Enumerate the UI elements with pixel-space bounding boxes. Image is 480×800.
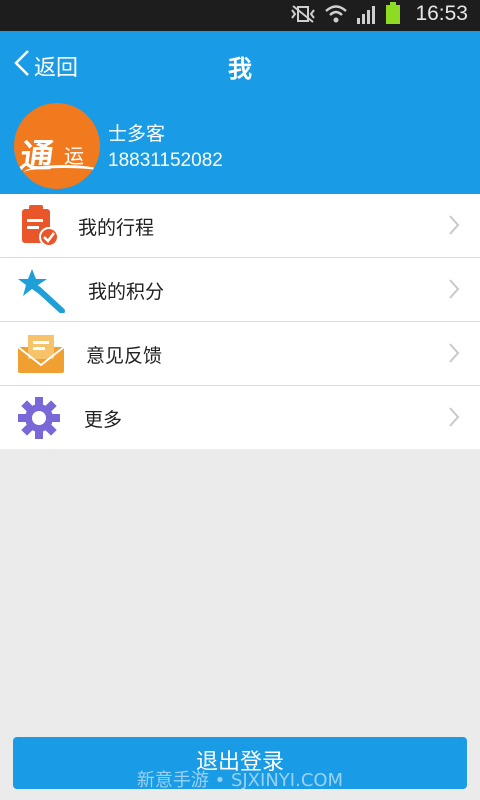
status-icons bbox=[290, 2, 400, 28]
chevron-right-icon bbox=[448, 342, 460, 368]
vibrate-icon bbox=[290, 4, 316, 28]
gear-icon bbox=[16, 395, 62, 441]
wifi-icon bbox=[324, 4, 348, 28]
clipboard-check-icon bbox=[16, 203, 62, 249]
battery-icon bbox=[386, 2, 400, 28]
magic-wand-icon bbox=[16, 267, 65, 314]
user-phone: 18831152082 bbox=[108, 150, 223, 171]
menu-item-label: 我的积分 bbox=[88, 281, 165, 303]
status-bar: 16:53 bbox=[0, 0, 480, 31]
menu-item-more[interactable]: 更多 bbox=[0, 386, 480, 449]
menu-item-my-points[interactable]: 我的积分 bbox=[0, 258, 480, 322]
envelope-icon bbox=[16, 331, 65, 377]
menu-item-label: 更多 bbox=[84, 409, 123, 431]
avatar[interactable]: 通 运 bbox=[14, 103, 100, 189]
menu-item-my-trips[interactable]: 我的行程 bbox=[0, 194, 480, 258]
user-name: 士多客 bbox=[108, 123, 166, 145]
watermark: 新意手游 • SJXINYI.COM bbox=[136, 770, 344, 791]
menu-item-label: 意见反馈 bbox=[86, 345, 163, 367]
profile-header: 返回 我 通 运 士多客 18831152082 bbox=[0, 31, 480, 194]
logo-swoosh bbox=[24, 165, 100, 180]
chevron-right-icon bbox=[448, 278, 460, 304]
menu-list: 我的行程 我的积分 意见反馈 更多 bbox=[0, 194, 480, 449]
signal-icon bbox=[356, 4, 378, 28]
chevron-right-icon bbox=[448, 214, 460, 240]
menu-item-label: 我的行程 bbox=[78, 217, 155, 239]
menu-item-feedback[interactable]: 意见反馈 bbox=[0, 322, 480, 386]
chevron-right-icon bbox=[448, 406, 460, 432]
clock: 16:53 bbox=[415, 2, 468, 25]
page-title: 我 bbox=[228, 55, 252, 83]
